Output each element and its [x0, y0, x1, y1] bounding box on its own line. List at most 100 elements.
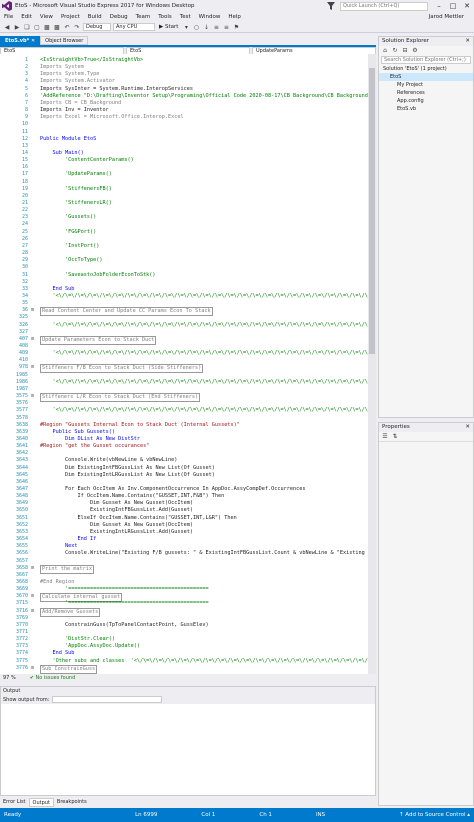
- menu-build[interactable]: Build: [84, 14, 106, 20]
- minimize-button[interactable]: –: [432, 0, 446, 12]
- properties-icon[interactable]: ⚙: [411, 47, 419, 55]
- expand-icon[interactable]: ⊞: [31, 665, 34, 672]
- scrollbar-thumb[interactable]: [369, 68, 375, 354]
- home-icon[interactable]: ⌂: [381, 47, 389, 55]
- output-source-select[interactable]: [52, 696, 163, 703]
- collapsed-region[interactable]: Add/Remove Gussets: [40, 607, 101, 617]
- save-icon[interactable]: ▩: [43, 23, 51, 31]
- line-number: 30: [21, 264, 28, 271]
- solution-tree-item[interactable]: EtoS: [379, 73, 473, 81]
- filter-icon[interactable]: [326, 1, 336, 11]
- menu-edit[interactable]: Edit: [17, 14, 36, 20]
- tab-etos-vb[interactable]: EtoS.vb* ✕: [0, 36, 41, 45]
- close-window-button[interactable]: ✕: [460, 0, 474, 12]
- solution-tree-item[interactable]: App.config: [379, 97, 473, 105]
- line-number: 326: [18, 321, 28, 328]
- code-editor[interactable]: 1 <IsStraightVb>True</IsStraightVb> 2 Impor…: [0, 54, 368, 674]
- solution-tree-item[interactable]: Solution 'EtoS' (1 project): [379, 65, 473, 73]
- code-text: Public Sub Gussets(): [40, 428, 115, 435]
- code-text: #End Region: [40, 578, 75, 585]
- line-number: 3576: [15, 400, 28, 407]
- collapsed-region[interactable]: Read Content Center and Update CC Params…: [40, 307, 213, 317]
- comment-icon[interactable]: ≡: [212, 23, 220, 31]
- line-number: 3650: [15, 507, 28, 514]
- undo-icon[interactable]: ↶: [63, 23, 71, 31]
- solution-tree-item[interactable]: EtoS.vb: [379, 105, 473, 113]
- close-tab-icon[interactable]: ✕: [31, 38, 35, 44]
- expand-icon[interactable]: ⊞: [31, 336, 34, 343]
- new-project-icon[interactable]: ❏: [23, 23, 31, 31]
- line-number: 3772: [15, 636, 28, 643]
- tab-error-list[interactable]: Error List: [0, 798, 29, 807]
- add-to-source-control[interactable]: ↑ Add to Source Control ▴: [399, 812, 470, 818]
- menu-help[interactable]: Help: [224, 14, 245, 20]
- config-select[interactable]: Debug: [83, 23, 111, 31]
- menu-team[interactable]: Team: [132, 14, 155, 20]
- line-number: 410: [18, 357, 28, 364]
- expand-icon[interactable]: ⊞: [31, 565, 34, 572]
- collapsed-region[interactable]: Stiffeners L/R Econ to Stack Duct (End S…: [40, 393, 201, 403]
- line-number: 3656: [15, 550, 28, 557]
- expand-icon[interactable]: ⊞: [31, 593, 34, 600]
- bookmark-icon[interactable]: ⚑: [232, 23, 240, 31]
- code-text: '<\/\=\/\=\/\=\/\=\/\=\/\=\/\=\/\=\/\=\/…: [52, 407, 368, 414]
- attach-icon[interactable]: ▾: [182, 23, 190, 31]
- refresh-icon[interactable]: ↻: [391, 47, 399, 55]
- editor-scrollbar[interactable]: [368, 54, 376, 674]
- uncomment-icon[interactable]: ≡: [222, 23, 230, 31]
- expand-icon[interactable]: ⊞: [31, 393, 34, 400]
- redo-icon[interactable]: ↷: [73, 23, 81, 31]
- solution-tree-item[interactable]: My Project: [379, 81, 473, 89]
- collapsed-region[interactable]: Update Parameters Econ to Stack Duct: [40, 335, 157, 345]
- quick-launch-input[interactable]: Quick Launch (Ctrl+Q): [340, 1, 428, 11]
- line-number: 13: [21, 142, 28, 149]
- code-text: End If: [40, 536, 97, 543]
- solution-explorer-header: Solution Explorer ✕: [379, 37, 473, 46]
- back-icon[interactable]: ◀: [3, 23, 11, 31]
- expand-icon[interactable]: ⊞: [31, 608, 34, 615]
- menu-view[interactable]: View: [36, 14, 57, 20]
- close-panel-icon[interactable]: ✕: [465, 37, 470, 46]
- code-text: Next: [40, 543, 78, 550]
- browser-icon[interactable]: ○: [192, 23, 200, 31]
- solution-search-input[interactable]: Search Solution Explorer (Ctrl+;): [381, 56, 471, 64]
- status-line: Ln 6999: [135, 812, 158, 818]
- menu-test[interactable]: Test: [176, 14, 195, 20]
- menu-window[interactable]: Window: [195, 14, 225, 20]
- collapsed-region[interactable]: Stiffeners F/B Econ to Stack Duct (Side …: [40, 364, 204, 374]
- maximize-button[interactable]: □: [446, 0, 460, 12]
- solution-tree-item[interactable]: References: [379, 89, 473, 97]
- menu-tools[interactable]: Tools: [154, 14, 176, 20]
- user-name[interactable]: Jarod Mettler: [425, 14, 468, 20]
- collapsed-region[interactable]: Print the matrix: [40, 564, 94, 574]
- open-icon[interactable]: ▢: [33, 23, 41, 31]
- save-all-icon[interactable]: ▩: [53, 23, 61, 31]
- close-panel-icon[interactable]: ✕: [465, 423, 470, 432]
- alphabetical-icon[interactable]: ⇅: [391, 433, 399, 441]
- code-text: 'StiffenersLR(): [40, 200, 112, 206]
- code-text: '<\/\=\/\=\/\=\/\=\/\=\/\=\/\=\/\=\/\=\/…: [52, 292, 368, 299]
- document-tabs: EtoS.vb* ✕ Object Browser: [0, 36, 376, 45]
- tab-object-browser[interactable]: Object Browser: [40, 36, 89, 45]
- code-text: '<\/\=\/\=\/\=\/\=\/\=\/\=\/\=\/\=\/\=\/…: [52, 321, 368, 328]
- categorized-icon[interactable]: ☰: [381, 433, 389, 441]
- expand-icon[interactable]: ⊞: [31, 364, 34, 371]
- code-text: 'DistStr.Clear(): [40, 636, 115, 643]
- menu-file[interactable]: File: [0, 14, 17, 20]
- zoom-level[interactable]: 97 %: [3, 675, 16, 681]
- menu-project[interactable]: Project: [57, 14, 84, 20]
- start-button[interactable]: ▶ Start: [157, 24, 180, 30]
- expand-icon[interactable]: ⊞: [31, 307, 34, 314]
- forward-icon[interactable]: ▶: [13, 23, 21, 31]
- code-text: #Region "get the Gusset occurances": [40, 443, 150, 450]
- menu-debug[interactable]: Debug: [106, 14, 132, 20]
- platform-select[interactable]: Any CPU: [113, 23, 155, 31]
- tab-output[interactable]: Output: [28, 798, 54, 807]
- collapsed-region[interactable]: Sub ConstrainGuss: [40, 664, 98, 674]
- step-icon[interactable]: ↓: [202, 23, 210, 31]
- tab-breakpoints[interactable]: Breakpoints: [54, 798, 90, 807]
- collapse-icon[interactable]: ⊟: [401, 47, 409, 55]
- line-number: 29: [21, 257, 28, 264]
- solution-explorer-toolbar: ⌂ ↻ ⊟ ⚙: [379, 46, 473, 55]
- code-text: Console.WriteLine("Existing F/B gussets:…: [40, 550, 368, 557]
